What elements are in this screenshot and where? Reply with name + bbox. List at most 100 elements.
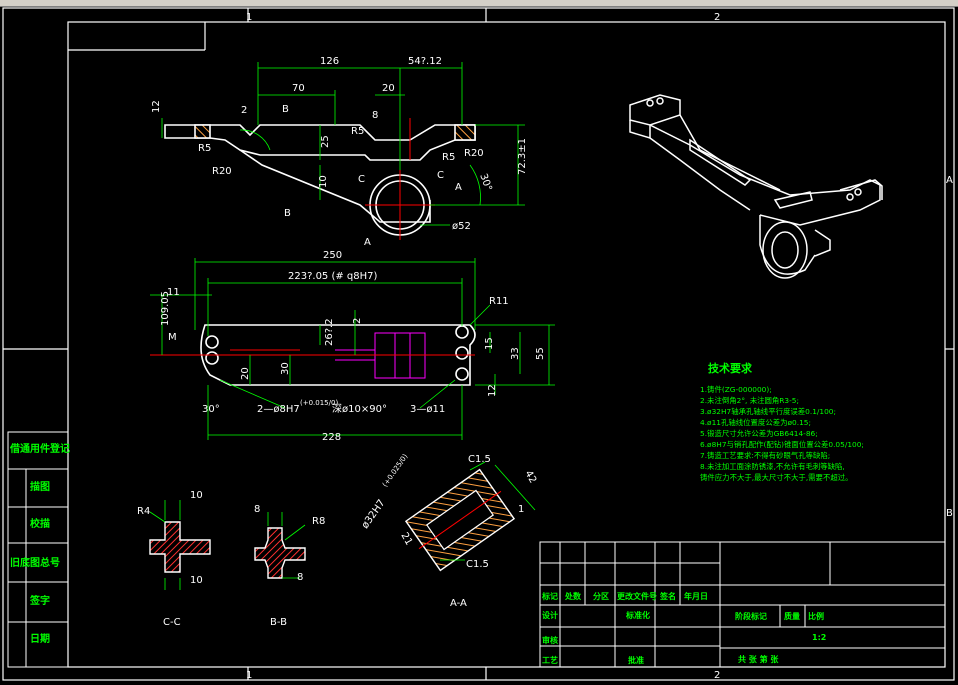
- tech-line-2: 3.ø32H7轴承孔轴线平行度误差0.1/100;: [700, 407, 836, 416]
- plan-dim-20: 20: [240, 367, 251, 380]
- tech-requirements: 技术要求 1.铸件(ZG-000000); 2.未注倒角2°, 未注圆角R3-5…: [700, 361, 864, 482]
- tech-line-4: 5.锻造尺寸允许公差为GB6414-86;: [700, 429, 818, 438]
- tb-col-4: 签名: [659, 591, 676, 601]
- section-b-bottom: B: [284, 208, 291, 219]
- aa-tol: (+0.025/0): [381, 452, 410, 488]
- section-c-c: R4 10 10 C-C: [137, 490, 211, 628]
- plan-dim-30deg: 30°: [202, 404, 220, 415]
- plan-dim-2: 2: [352, 318, 363, 324]
- aa-dia32: ø32H7: [360, 498, 388, 531]
- tb-stage: 阶段标记: [735, 611, 767, 621]
- plan-dim-m: M: [168, 332, 177, 343]
- aa-dim-21: 21: [398, 531, 414, 548]
- dim-30deg: 30°: [477, 172, 493, 192]
- dim-72: 72.3±1: [517, 138, 528, 175]
- cad-drawing-canvas: 1 2 1 2 A B 借通用件登记 描图 校描 旧底图总号 签字 日期 126…: [2, 7, 955, 681]
- dim-8: 8: [372, 110, 378, 121]
- tb-sheets: 共 张 第 张: [738, 654, 779, 664]
- plan-dim-30: 30: [280, 362, 291, 375]
- isometric-view: [629, 94, 883, 279]
- plan-dim-250: 250: [323, 250, 342, 261]
- zone-bottom-1: 1: [246, 670, 252, 681]
- section-b-b: 8 R8 8 B-B: [254, 504, 325, 628]
- plan-dim-262: 26?.2: [324, 318, 335, 346]
- zone-top-1: 1: [246, 12, 252, 23]
- cc-dim-r4: R4: [137, 506, 150, 517]
- tb-scale: 比例: [808, 611, 824, 621]
- section-a: A: [455, 182, 462, 193]
- dim-10: 10: [318, 175, 329, 188]
- tech-line-7: 8.未注加工面涂防锈漆,不允许有毛刺等缺陷,: [700, 462, 845, 471]
- zone-right-b: B: [946, 508, 953, 519]
- tb-scale-val: 1:2: [812, 633, 826, 642]
- aa-c15-top: C1.5: [468, 454, 491, 465]
- plan-dim-3holes: 3—ø11: [410, 404, 445, 415]
- tech-line-5: 6.ø8H7与销孔配作(配钻)锥面位置公差0.05/100;: [700, 440, 864, 449]
- tech-line-3: 4.ø11孔轴线位置度公差为ø0.15;: [700, 418, 811, 427]
- bb-dim-8: 8: [254, 504, 260, 515]
- tb-col-1: 处数: [564, 591, 582, 601]
- zone-right-a: A: [946, 175, 953, 186]
- plan-dim-12: 12: [487, 384, 498, 397]
- tb-review: 审核: [542, 635, 558, 645]
- tech-line-6: 7.铸造工艺要求:不得有砂眼气孔等缺陷;: [700, 451, 830, 460]
- plan-dim-55: 55: [535, 347, 546, 360]
- section-a-bottom: A: [364, 237, 371, 248]
- bb-dim-8b: 8: [297, 572, 303, 583]
- section-c-left: C: [358, 174, 365, 185]
- tech-line-8: 铸件应力不大于,最大尺寸不大于,需要不超过。: [700, 473, 853, 482]
- tb-design: 设计: [542, 610, 558, 620]
- tb-col-0: 标记: [541, 591, 558, 601]
- cc-dim-10-top: 10: [190, 490, 203, 501]
- plan-dim-33: 33: [510, 347, 521, 360]
- dim-r5-left: R5: [198, 143, 211, 154]
- side-row-1: 描图: [30, 480, 50, 493]
- tb-col-3: 更改文件号: [617, 591, 657, 601]
- dim-r20-right: R20: [464, 148, 484, 159]
- dim-70: 70: [292, 83, 305, 94]
- zone-bottom-2: 2: [714, 670, 720, 681]
- tb-weight: 质量: [784, 611, 800, 621]
- drawing-frame: [2, 7, 955, 681]
- aa-dim-42: 42: [522, 469, 538, 486]
- plan-dim-228: 228: [322, 432, 341, 443]
- dim-r5-right: R5: [442, 152, 455, 163]
- zone-top-2: 2: [714, 12, 720, 23]
- front-view: 126 54?.12 70 20 12 2 B B R5 R5 R5 R20 R…: [151, 56, 528, 248]
- dim-dia52: ø52: [452, 221, 471, 232]
- side-row-0: 借通用件登记: [9, 442, 70, 455]
- aa-label: A-A: [450, 598, 467, 609]
- title-block: [539, 541, 946, 668]
- tech-line-0: 1.铸件(ZG-000000);: [700, 385, 772, 394]
- dim-126: 126: [320, 56, 339, 67]
- aa-c15-bot: C1.5: [466, 559, 489, 570]
- dim-r5-mid: R5: [351, 126, 364, 137]
- side-row-3: 旧底图总号: [10, 556, 60, 569]
- plan-dim-hole: 2—ø8H7: [257, 404, 300, 415]
- side-row-2: 校描: [30, 517, 50, 530]
- dim-54212: 54?.12: [408, 56, 442, 67]
- cc-label: C-C: [163, 617, 181, 628]
- tb-col-2: 分区: [593, 591, 609, 601]
- plan-dim-hole-rest: 深ø10×90°: [332, 403, 387, 415]
- dim-20: 20: [382, 83, 395, 94]
- plan-dim-15: 15: [484, 337, 495, 350]
- plan-dim-223: 223?.05 (# q8H7): [288, 271, 378, 282]
- tb-standard: 标准化: [625, 610, 650, 620]
- dim-25: 25: [320, 135, 331, 148]
- section-a-a: C1.5 C1.5 ø32H7 (+0.025/0) 42 1 21 A-A: [360, 452, 538, 609]
- side-row-4: 签字: [29, 594, 50, 607]
- tb-process: 工艺: [542, 655, 558, 665]
- dim-2: 2: [241, 105, 247, 116]
- tb-col-5: 年月日: [684, 591, 708, 601]
- tech-line-1: 2.未注倒角2°, 未注圆角R3-5;: [700, 396, 799, 405]
- side-row-5: 日期: [30, 632, 50, 645]
- cc-dim-10-bot: 10: [190, 575, 203, 586]
- tech-title: 技术要求: [708, 361, 753, 375]
- dim-r20-left: R20: [212, 166, 232, 177]
- bb-dim-r8: R8: [312, 516, 325, 527]
- section-c-right: C: [437, 170, 444, 181]
- side-record-table: [7, 431, 69, 668]
- plan-dim-109: 109.05: [160, 291, 171, 326]
- plan-view: 250 223?.05 (# q8H7) 11 109.05 M R11 2 2…: [150, 250, 555, 443]
